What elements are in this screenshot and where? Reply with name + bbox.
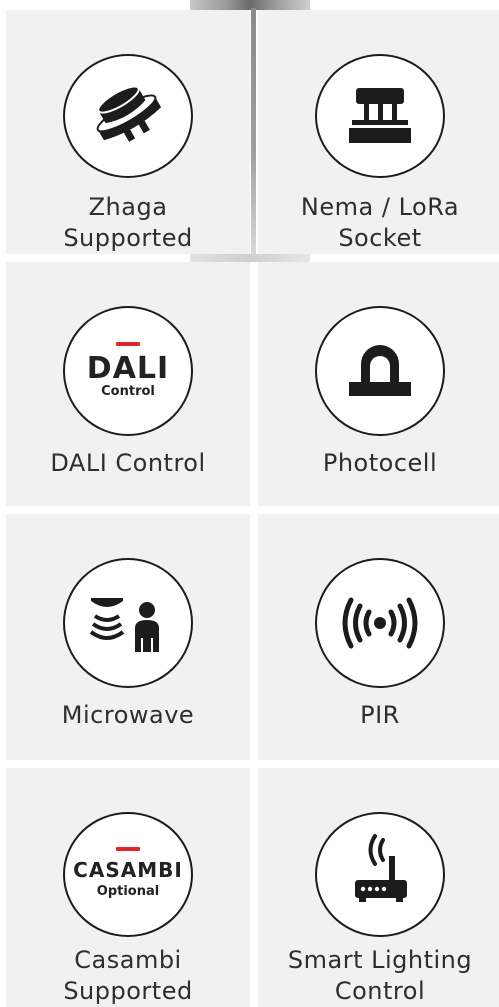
casambi-logo-icon: CASAMBI Optional	[63, 812, 193, 937]
pir-signal-icon	[315, 558, 445, 688]
feature-card-nema: Nema / LoRa Socket	[258, 10, 499, 254]
feature-label: Smart Lighting Control	[287, 946, 473, 1005]
microwave-sensor-icon	[63, 558, 193, 688]
nema-socket-icon	[315, 54, 445, 178]
accent-bar	[115, 846, 140, 851]
dali-logo-icon: DALI Control	[63, 306, 193, 436]
feature-label: Microwave	[61, 701, 195, 729]
pole-base-graphic	[190, 254, 310, 262]
feature-card-zhaga: Zhaga Supported	[6, 10, 250, 254]
feature-card-pir: PIR	[258, 514, 499, 760]
photocell-icon	[315, 306, 445, 436]
feature-label: DALI Control	[50, 449, 206, 477]
feature-card-dali: DALI Control DALI Control	[6, 262, 250, 506]
pole-top-graphic	[190, 0, 310, 10]
feature-card-microwave: Microwave	[6, 514, 250, 760]
router-wifi-icon	[315, 812, 445, 937]
feature-label: Zhaga Supported	[63, 193, 193, 252]
feature-label: PIR	[360, 701, 400, 729]
zhaga-connector-icon	[63, 54, 193, 178]
accent-bar	[116, 342, 140, 346]
feature-card-casambi: CASAMBI Optional Casambi Supported	[6, 768, 250, 1007]
feature-label: Casambi Supported	[63, 946, 193, 1005]
feature-label: Nema / LoRa Socket	[300, 193, 460, 252]
feature-card-photocell: Photocell	[258, 262, 499, 506]
feature-card-smart-lighting: Smart Lighting Control	[258, 768, 499, 1007]
pole-graphic	[251, 8, 256, 254]
feature-label: Photocell	[322, 449, 438, 477]
